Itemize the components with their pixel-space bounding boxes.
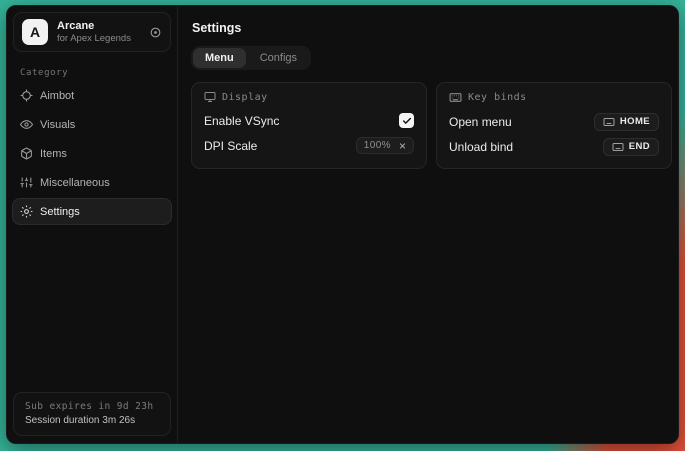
vsync-row: Enable VSync — [204, 108, 414, 133]
display-card-header: Display — [204, 91, 414, 103]
unload-bind-row: Unload bind END — [449, 134, 659, 159]
sidebar-item-label: Aimbot — [40, 90, 74, 102]
checkmark-icon — [402, 116, 412, 126]
display-card: Display Enable VSync DPI Scale 100% × — [191, 82, 427, 169]
sliders-icon — [20, 176, 33, 189]
tab-menu[interactable]: Menu — [193, 48, 246, 68]
keyboard-icon — [449, 91, 462, 104]
dpi-scale-input[interactable]: 100% × — [356, 137, 414, 154]
crosshair-icon — [20, 89, 33, 102]
sidebar-nav: Aimbot Visuals Items — [7, 82, 177, 225]
page-title: Settings — [192, 21, 672, 35]
keybinds-card: Key binds Open menu HOME Unload bin — [436, 82, 672, 169]
main-content: Settings Menu Configs Display Enable VSy… — [178, 6, 679, 443]
settings-tabbar: Menu Configs — [191, 46, 311, 70]
monitor-icon — [204, 91, 216, 103]
target-icon[interactable] — [149, 26, 162, 39]
vsync-label: Enable VSync — [204, 114, 279, 128]
app-subtitle: for Apex Legends — [57, 33, 140, 45]
brand-card: A Arcane for Apex Legends — [13, 12, 171, 52]
open-menu-row: Open menu HOME — [449, 109, 659, 134]
unload-bind-key: END — [629, 141, 650, 152]
subscription-status-card: Sub expires in 9d 23h Session duration 3… — [13, 392, 171, 436]
unload-bind-keybind[interactable]: END — [603, 138, 659, 156]
keyboard-icon — [612, 141, 624, 153]
clear-icon[interactable]: × — [399, 141, 406, 151]
app-name: Arcane — [57, 20, 140, 33]
tab-configs[interactable]: Configs — [248, 48, 309, 68]
category-label: Category — [20, 68, 177, 78]
dpi-value: 100% — [364, 140, 391, 151]
keyboard-icon — [603, 116, 615, 128]
app-logo: A — [22, 19, 48, 45]
sidebar-item-label: Settings — [40, 206, 80, 218]
sidebar-item-label: Miscellaneous — [40, 177, 110, 189]
dpi-label: DPI Scale — [204, 139, 257, 153]
sidebar-item-label: Visuals — [40, 119, 75, 131]
settings-cards: Display Enable VSync DPI Scale 100% × — [191, 82, 672, 169]
sidebar: A Arcane for Apex Legends Category Aimbo… — [7, 6, 178, 443]
session-duration-text: Session duration 3m 26s — [25, 414, 159, 428]
sidebar-item-aimbot[interactable]: Aimbot — [12, 82, 172, 109]
brand-text: Arcane for Apex Legends — [57, 20, 140, 45]
sidebar-item-miscellaneous[interactable]: Miscellaneous — [12, 169, 172, 196]
vsync-checkbox[interactable] — [399, 113, 414, 128]
open-menu-key: HOME — [620, 116, 650, 127]
sidebar-item-items[interactable]: Items — [12, 140, 172, 167]
sub-expires-text: Sub expires in 9d 23h — [25, 400, 159, 414]
unload-bind-label: Unload bind — [449, 140, 513, 154]
sidebar-item-visuals[interactable]: Visuals — [12, 111, 172, 138]
open-menu-keybind[interactable]: HOME — [594, 113, 659, 131]
keybinds-card-header: Key binds — [449, 91, 659, 104]
dpi-row: DPI Scale 100% × — [204, 133, 414, 158]
open-menu-label: Open menu — [449, 115, 512, 129]
package-icon — [20, 147, 33, 160]
display-card-title: Display — [222, 92, 268, 103]
app-window: A Arcane for Apex Legends Category Aimbo… — [6, 5, 679, 444]
sidebar-item-label: Items — [40, 148, 67, 160]
keybinds-card-title: Key binds — [468, 92, 527, 103]
gear-icon — [20, 205, 33, 218]
sidebar-item-settings[interactable]: Settings — [12, 198, 172, 225]
eye-icon — [20, 118, 33, 131]
